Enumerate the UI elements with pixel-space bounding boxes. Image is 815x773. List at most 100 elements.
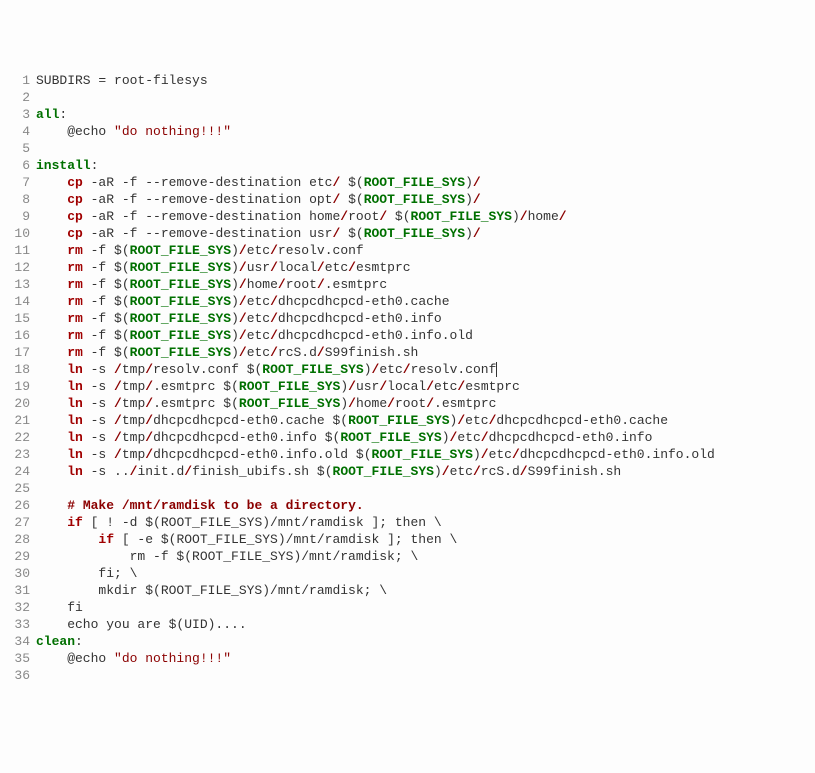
code-text[interactable]: ln -s /tmp/.esmtprc $(ROOT_FILE_SYS)/usr… — [36, 378, 811, 395]
code-text[interactable]: ln -s ../init.d/finish_ubifs.sh $(ROOT_F… — [36, 463, 811, 480]
code-text[interactable]: if [ -e $(ROOT_FILE_SYS)/mnt/ramdisk ]; … — [36, 531, 811, 548]
code-editor[interactable]: 1SUBDIRS = root-filesys23all:4 @echo "do… — [4, 72, 811, 684]
line-number: 7 — [4, 174, 36, 191]
code-text[interactable]: rm -f $(ROOT_FILE_SYS)/usr/local/etc/esm… — [36, 259, 811, 276]
code-line[interactable]: 28 if [ -e $(ROOT_FILE_SYS)/mnt/ramdisk … — [4, 531, 811, 548]
line-number: 29 — [4, 548, 36, 565]
line-number: 28 — [4, 531, 36, 548]
code-line[interactable]: 6install: — [4, 157, 811, 174]
code-line[interactable]: 5 — [4, 140, 811, 157]
line-number: 12 — [4, 259, 36, 276]
code-text[interactable]: ln -s /tmp/.esmtprc $(ROOT_FILE_SYS)/hom… — [36, 395, 811, 412]
code-line[interactable]: 36 — [4, 667, 811, 684]
code-line[interactable]: 21 ln -s /tmp/dhcpcdhcpcd-eth0.cache $(R… — [4, 412, 811, 429]
line-number: 31 — [4, 582, 36, 599]
code-text[interactable]: if [ ! -d $(ROOT_FILE_SYS)/mnt/ramdisk ]… — [36, 514, 811, 531]
code-text[interactable]: ln -s /tmp/dhcpcdhcpcd-eth0.cache $(ROOT… — [36, 412, 811, 429]
code-line[interactable]: 4 @echo "do nothing!!!" — [4, 123, 811, 140]
code-line[interactable]: 19 ln -s /tmp/.esmtprc $(ROOT_FILE_SYS)/… — [4, 378, 811, 395]
code-text[interactable]: ln -s /tmp/dhcpcdhcpcd-eth0.info $(ROOT_… — [36, 429, 811, 446]
code-line[interactable]: 9 cp -aR -f --remove-destination home/ro… — [4, 208, 811, 225]
code-text[interactable]: ln -s /tmp/resolv.conf $(ROOT_FILE_SYS)/… — [36, 361, 811, 378]
code-line[interactable]: 18 ln -s /tmp/resolv.conf $(ROOT_FILE_SY… — [4, 361, 811, 378]
line-number: 14 — [4, 293, 36, 310]
line-number: 26 — [4, 497, 36, 514]
line-number: 21 — [4, 412, 36, 429]
line-number: 34 — [4, 633, 36, 650]
code-line[interactable]: 3all: — [4, 106, 811, 123]
line-number: 8 — [4, 191, 36, 208]
code-line[interactable]: 27 if [ ! -d $(ROOT_FILE_SYS)/mnt/ramdis… — [4, 514, 811, 531]
code-text[interactable]: rm -f $(ROOT_FILE_SYS)/etc/dhcpcdhcpcd-e… — [36, 293, 811, 310]
code-line[interactable]: 31 mkdir $(ROOT_FILE_SYS)/mnt/ramdisk; \ — [4, 582, 811, 599]
line-number: 22 — [4, 429, 36, 446]
code-text[interactable]: ln -s /tmp/dhcpcdhcpcd-eth0.info.old $(R… — [36, 446, 811, 463]
line-number: 13 — [4, 276, 36, 293]
line-number: 18 — [4, 361, 36, 378]
code-line[interactable]: 7 cp -aR -f --remove-destination etc/ $(… — [4, 174, 811, 191]
code-line[interactable]: 13 rm -f $(ROOT_FILE_SYS)/home/root/.esm… — [4, 276, 811, 293]
code-line[interactable]: 10 cp -aR -f --remove-destination usr/ $… — [4, 225, 811, 242]
code-line[interactable]: 24 ln -s ../init.d/finish_ubifs.sh $(ROO… — [4, 463, 811, 480]
code-line[interactable]: 26 # Make /mnt/ramdisk to be a directory… — [4, 497, 811, 514]
code-text[interactable]: rm -f $(ROOT_FILE_SYS)/etc/dhcpcdhcpcd-e… — [36, 310, 811, 327]
code-line[interactable]: 15 rm -f $(ROOT_FILE_SYS)/etc/dhcpcdhcpc… — [4, 310, 811, 327]
line-number: 35 — [4, 650, 36, 667]
code-line[interactable]: 14 rm -f $(ROOT_FILE_SYS)/etc/dhcpcdhcpc… — [4, 293, 811, 310]
code-line[interactable]: 30 fi; \ — [4, 565, 811, 582]
code-text[interactable]: cp -aR -f --remove-destination home/root… — [36, 208, 811, 225]
code-line[interactable]: 33 echo you are $(UID).... — [4, 616, 811, 633]
code-line[interactable]: 34clean: — [4, 633, 811, 650]
code-line[interactable]: 32 fi — [4, 599, 811, 616]
line-number: 10 — [4, 225, 36, 242]
code-text[interactable] — [36, 89, 811, 106]
code-line[interactable]: 16 rm -f $(ROOT_FILE_SYS)/etc/dhcpcdhcpc… — [4, 327, 811, 344]
line-number: 4 — [4, 123, 36, 140]
code-line[interactable]: 35 @echo "do nothing!!!" — [4, 650, 811, 667]
code-text[interactable]: install: — [36, 157, 811, 174]
line-number: 5 — [4, 140, 36, 157]
code-text[interactable]: rm -f $(ROOT_FILE_SYS)/mnt/ramdisk; \ — [36, 548, 811, 565]
code-text[interactable] — [36, 480, 811, 497]
code-text[interactable] — [36, 140, 811, 157]
code-text[interactable]: rm -f $(ROOT_FILE_SYS)/etc/dhcpcdhcpcd-e… — [36, 327, 811, 344]
code-text[interactable]: all: — [36, 106, 811, 123]
line-number: 36 — [4, 667, 36, 684]
code-text[interactable]: fi; \ — [36, 565, 811, 582]
code-text[interactable]: rm -f $(ROOT_FILE_SYS)/etc/resolv.conf — [36, 242, 811, 259]
line-number: 33 — [4, 616, 36, 633]
code-text[interactable]: # Make /mnt/ramdisk to be a directory. — [36, 497, 811, 514]
code-text[interactable]: rm -f $(ROOT_FILE_SYS)/home/root/.esmtpr… — [36, 276, 811, 293]
code-line[interactable]: 2 — [4, 89, 811, 106]
line-number: 23 — [4, 446, 36, 463]
code-text[interactable]: @echo "do nothing!!!" — [36, 650, 811, 667]
code-text[interactable] — [36, 667, 811, 684]
code-text[interactable]: cp -aR -f --remove-destination etc/ $(RO… — [36, 174, 811, 191]
line-number: 24 — [4, 463, 36, 480]
line-number: 19 — [4, 378, 36, 395]
code-text[interactable]: mkdir $(ROOT_FILE_SYS)/mnt/ramdisk; \ — [36, 582, 811, 599]
line-number: 6 — [4, 157, 36, 174]
code-text[interactable]: SUBDIRS = root-filesys — [36, 72, 811, 89]
line-number: 32 — [4, 599, 36, 616]
code-text[interactable]: fi — [36, 599, 811, 616]
code-line[interactable]: 1SUBDIRS = root-filesys — [4, 72, 811, 89]
code-line[interactable]: 12 rm -f $(ROOT_FILE_SYS)/usr/local/etc/… — [4, 259, 811, 276]
code-text[interactable]: cp -aR -f --remove-destination usr/ $(RO… — [36, 225, 811, 242]
code-line[interactable]: 22 ln -s /tmp/dhcpcdhcpcd-eth0.info $(RO… — [4, 429, 811, 446]
line-number: 11 — [4, 242, 36, 259]
code-line[interactable]: 23 ln -s /tmp/dhcpcdhcpcd-eth0.info.old … — [4, 446, 811, 463]
code-line[interactable]: 17 rm -f $(ROOT_FILE_SYS)/etc/rcS.d/S99f… — [4, 344, 811, 361]
line-number: 15 — [4, 310, 36, 327]
code-text[interactable]: rm -f $(ROOT_FILE_SYS)/etc/rcS.d/S99fini… — [36, 344, 811, 361]
code-text[interactable]: clean: — [36, 633, 811, 650]
line-number: 1 — [4, 72, 36, 89]
code-text[interactable]: echo you are $(UID).... — [36, 616, 811, 633]
code-line[interactable]: 8 cp -aR -f --remove-destination opt/ $(… — [4, 191, 811, 208]
code-line[interactable]: 29 rm -f $(ROOT_FILE_SYS)/mnt/ramdisk; \ — [4, 548, 811, 565]
code-text[interactable]: cp -aR -f --remove-destination opt/ $(RO… — [36, 191, 811, 208]
code-line[interactable]: 11 rm -f $(ROOT_FILE_SYS)/etc/resolv.con… — [4, 242, 811, 259]
code-line[interactable]: 20 ln -s /tmp/.esmtprc $(ROOT_FILE_SYS)/… — [4, 395, 811, 412]
code-text[interactable]: @echo "do nothing!!!" — [36, 123, 811, 140]
code-line[interactable]: 25 — [4, 480, 811, 497]
